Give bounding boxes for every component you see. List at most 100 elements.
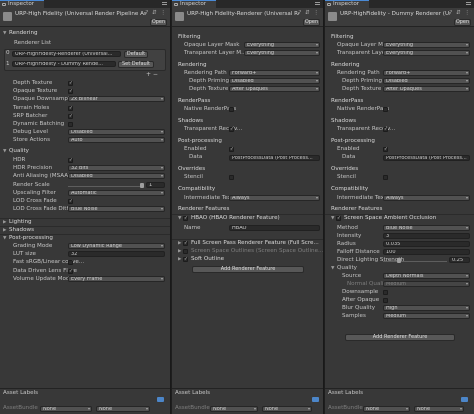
- foldout-arrow-icon[interactable]: ▼: [331, 215, 334, 222]
- foldout-arrow-icon[interactable]: ▶: [3, 227, 6, 234]
- soft-outline-enabled-checkbox[interactable]: ✓: [183, 257, 188, 262]
- label-tag-icon[interactable]: [312, 397, 319, 402]
- menu-icon[interactable]: [162, 2, 167, 5]
- direct-lighting-slider[interactable]: [383, 261, 447, 262]
- section-shadows[interactable]: Shadows: [9, 227, 34, 234]
- data-driven-lens-flare-checkbox[interactable]: ✓: [68, 268, 73, 274]
- depth-texture-mode-dropdown[interactable]: After Opaques: [229, 86, 320, 92]
- foldout-arrow-icon[interactable]: ▼: [3, 30, 6, 37]
- debug-level-dropdown[interactable]: Disabled: [68, 129, 165, 136]
- assetbundle-dropdown[interactable]: None: [363, 406, 410, 412]
- after-opaque-checkbox[interactable]: [383, 298, 388, 303]
- assetbundle-dropdown[interactable]: None: [40, 406, 92, 412]
- native-renderpass-checkbox[interactable]: [229, 107, 234, 112]
- render-scale-field[interactable]: 1: [146, 181, 165, 188]
- renderer-field-0[interactable]: URP-HighFidelity-Renderer (Universal...: [12, 51, 121, 57]
- foldout-arrow-icon[interactable]: ▶: [178, 248, 181, 255]
- fullscreen-enabled-checkbox[interactable]: ✓: [183, 241, 188, 246]
- assetbundle-dropdown[interactable]: None: [210, 406, 258, 412]
- anti-aliasing-msaa-dropdown[interactable]: Disabled: [68, 173, 165, 180]
- header-icons[interactable]: ? ⇵ ⋮: [298, 10, 320, 16]
- transparent-mask-dropdown[interactable]: Everything: [244, 50, 320, 56]
- section-quality[interactable]: Quality: [9, 148, 29, 155]
- srp-batcher-checkbox[interactable]: ✓: [68, 113, 73, 119]
- source-dropdown[interactable]: Depth Normals: [383, 273, 470, 279]
- section-rendering[interactable]: Rendering: [9, 30, 38, 37]
- asset-labels[interactable]: Asset Labels: [3, 390, 38, 397]
- intensity-field[interactable]: 3: [383, 233, 470, 239]
- samples-dropdown[interactable]: Medium: [383, 313, 470, 319]
- dynamic-batching-checkbox[interactable]: [68, 122, 73, 127]
- enabled-checkbox[interactable]: ✓: [383, 147, 388, 152]
- normal-quality-dropdown[interactable]: Medium: [383, 281, 470, 287]
- default-button[interactable]: Default: [124, 51, 148, 58]
- open-button[interactable]: Open: [150, 19, 167, 26]
- transparent-mask-dropdown[interactable]: Everything: [383, 50, 470, 56]
- asset-labels[interactable]: Asset Labels: [328, 390, 363, 397]
- radius-field[interactable]: 0.035: [383, 241, 470, 247]
- downsample-checkbox[interactable]: [383, 290, 388, 295]
- label-tag-icon[interactable]: [157, 397, 164, 402]
- transparent-receive-checkbox[interactable]: ✓: [383, 127, 388, 132]
- inspector-tab[interactable]: Inspector: [172, 0, 216, 8]
- intermediate-texture-dropdown[interactable]: Always: [229, 195, 320, 201]
- open-button[interactable]: Open: [303, 19, 320, 26]
- label-tag-icon[interactable]: [461, 397, 468, 402]
- menu-icon[interactable]: [315, 2, 320, 5]
- renderer-field-1[interactable]: URP-HighFidelity - Dummy Rende...: [12, 61, 116, 67]
- header-icons[interactable]: ? ⇵ ⋮: [145, 10, 167, 16]
- hdr-checkbox[interactable]: ✓: [68, 158, 73, 163]
- add-renderer-feature-button[interactable]: Add Renderer Feature: [192, 266, 304, 273]
- ssao-feature-title[interactable]: Screen Space Ambient Occlusion: [344, 215, 436, 222]
- foldout-arrow-icon[interactable]: ▼: [178, 215, 181, 222]
- header-icons[interactable]: ? ⇵ ⋮: [449, 10, 471, 16]
- ssoutline-feature-title[interactable]: Screen Space Outlines (Screen Space Outl…: [191, 248, 323, 255]
- add-remove-buttons[interactable]: + −: [146, 71, 158, 78]
- set-default-button[interactable]: Set Default: [118, 61, 154, 68]
- store-actions-dropdown[interactable]: Auto: [68, 137, 165, 144]
- method-dropdown[interactable]: Blue Noise: [383, 225, 470, 231]
- ssao-enabled-checkbox[interactable]: ✓: [336, 216, 341, 221]
- asset-labels[interactable]: Asset Labels: [175, 390, 210, 397]
- inspector-tab[interactable]: Inspector: [0, 0, 44, 8]
- blur-quality-dropdown[interactable]: High: [383, 305, 470, 311]
- soft-outline-feature-title[interactable]: Soft Outline: [191, 256, 224, 263]
- menu-icon[interactable]: [466, 2, 471, 5]
- depth-texture-checkbox[interactable]: ✓: [68, 81, 73, 86]
- section-post-processing[interactable]: Post-processing: [9, 235, 53, 242]
- section-lighting[interactable]: Lighting: [9, 219, 32, 226]
- assetbundle-variant-dropdown[interactable]: None: [262, 406, 312, 412]
- direct-lighting-field[interactable]: 0.25: [449, 257, 470, 263]
- rendering-path-dropdown[interactable]: Forward+: [383, 70, 470, 76]
- open-button[interactable]: Open: [454, 19, 471, 26]
- upscaling-filter-dropdown[interactable]: Automatic: [68, 189, 165, 196]
- opaque-mask-dropdown[interactable]: Everything: [244, 42, 320, 48]
- hbao-enabled-checkbox[interactable]: ✓: [183, 216, 188, 221]
- quality-label[interactable]: Quality: [337, 265, 357, 272]
- foldout-arrow-icon[interactable]: ▼: [331, 265, 334, 272]
- volume-update-mode-dropdown[interactable]: Every Frame: [68, 275, 165, 282]
- assetbundle-variant-dropdown[interactable]: None: [96, 406, 150, 412]
- foldout-arrow-icon[interactable]: ▶: [178, 240, 181, 247]
- grading-mode-dropdown[interactable]: Low Dynamic Range: [68, 243, 165, 249]
- rendering-path-dropdown[interactable]: Forward+: [229, 70, 320, 76]
- ssoutline-enabled-checkbox[interactable]: [183, 249, 188, 254]
- direct-lighting-slider-handle[interactable]: [397, 258, 401, 263]
- intermediate-texture-dropdown[interactable]: Always: [383, 195, 470, 201]
- native-renderpass-checkbox[interactable]: [383, 107, 388, 112]
- render-scale-slider[interactable]: [68, 185, 143, 187]
- stencil-checkbox[interactable]: [383, 175, 388, 180]
- lod-cross-fade-dither-dropdown[interactable]: Blue Noise: [68, 206, 165, 213]
- hbao-feature-title[interactable]: HBAO (HBAO Renderer Feature): [191, 215, 280, 222]
- fullscreen-feature-title[interactable]: Full Screen Pass Renderer Feature (Full …: [191, 240, 319, 247]
- opaque-downsampling-dropdown[interactable]: 2x Bilinear: [68, 96, 165, 103]
- add-renderer-feature-button[interactable]: Add Renderer Feature: [345, 334, 455, 341]
- fast-srgb-linear-conve-checkbox[interactable]: [68, 260, 73, 266]
- render-scale-slider-handle[interactable]: [140, 182, 144, 188]
- post-process-data-field[interactable]: PostProcessData (Post Process...: [229, 155, 320, 161]
- transparent-receive-checkbox[interactable]: ✓: [229, 127, 234, 132]
- terrain-holes-checkbox[interactable]: ✓: [68, 105, 73, 111]
- opaque-mask-dropdown[interactable]: Everything: [383, 42, 470, 48]
- foldout-arrow-icon[interactable]: ▶: [3, 219, 6, 226]
- depth-priming-dropdown[interactable]: Disabled: [383, 78, 470, 84]
